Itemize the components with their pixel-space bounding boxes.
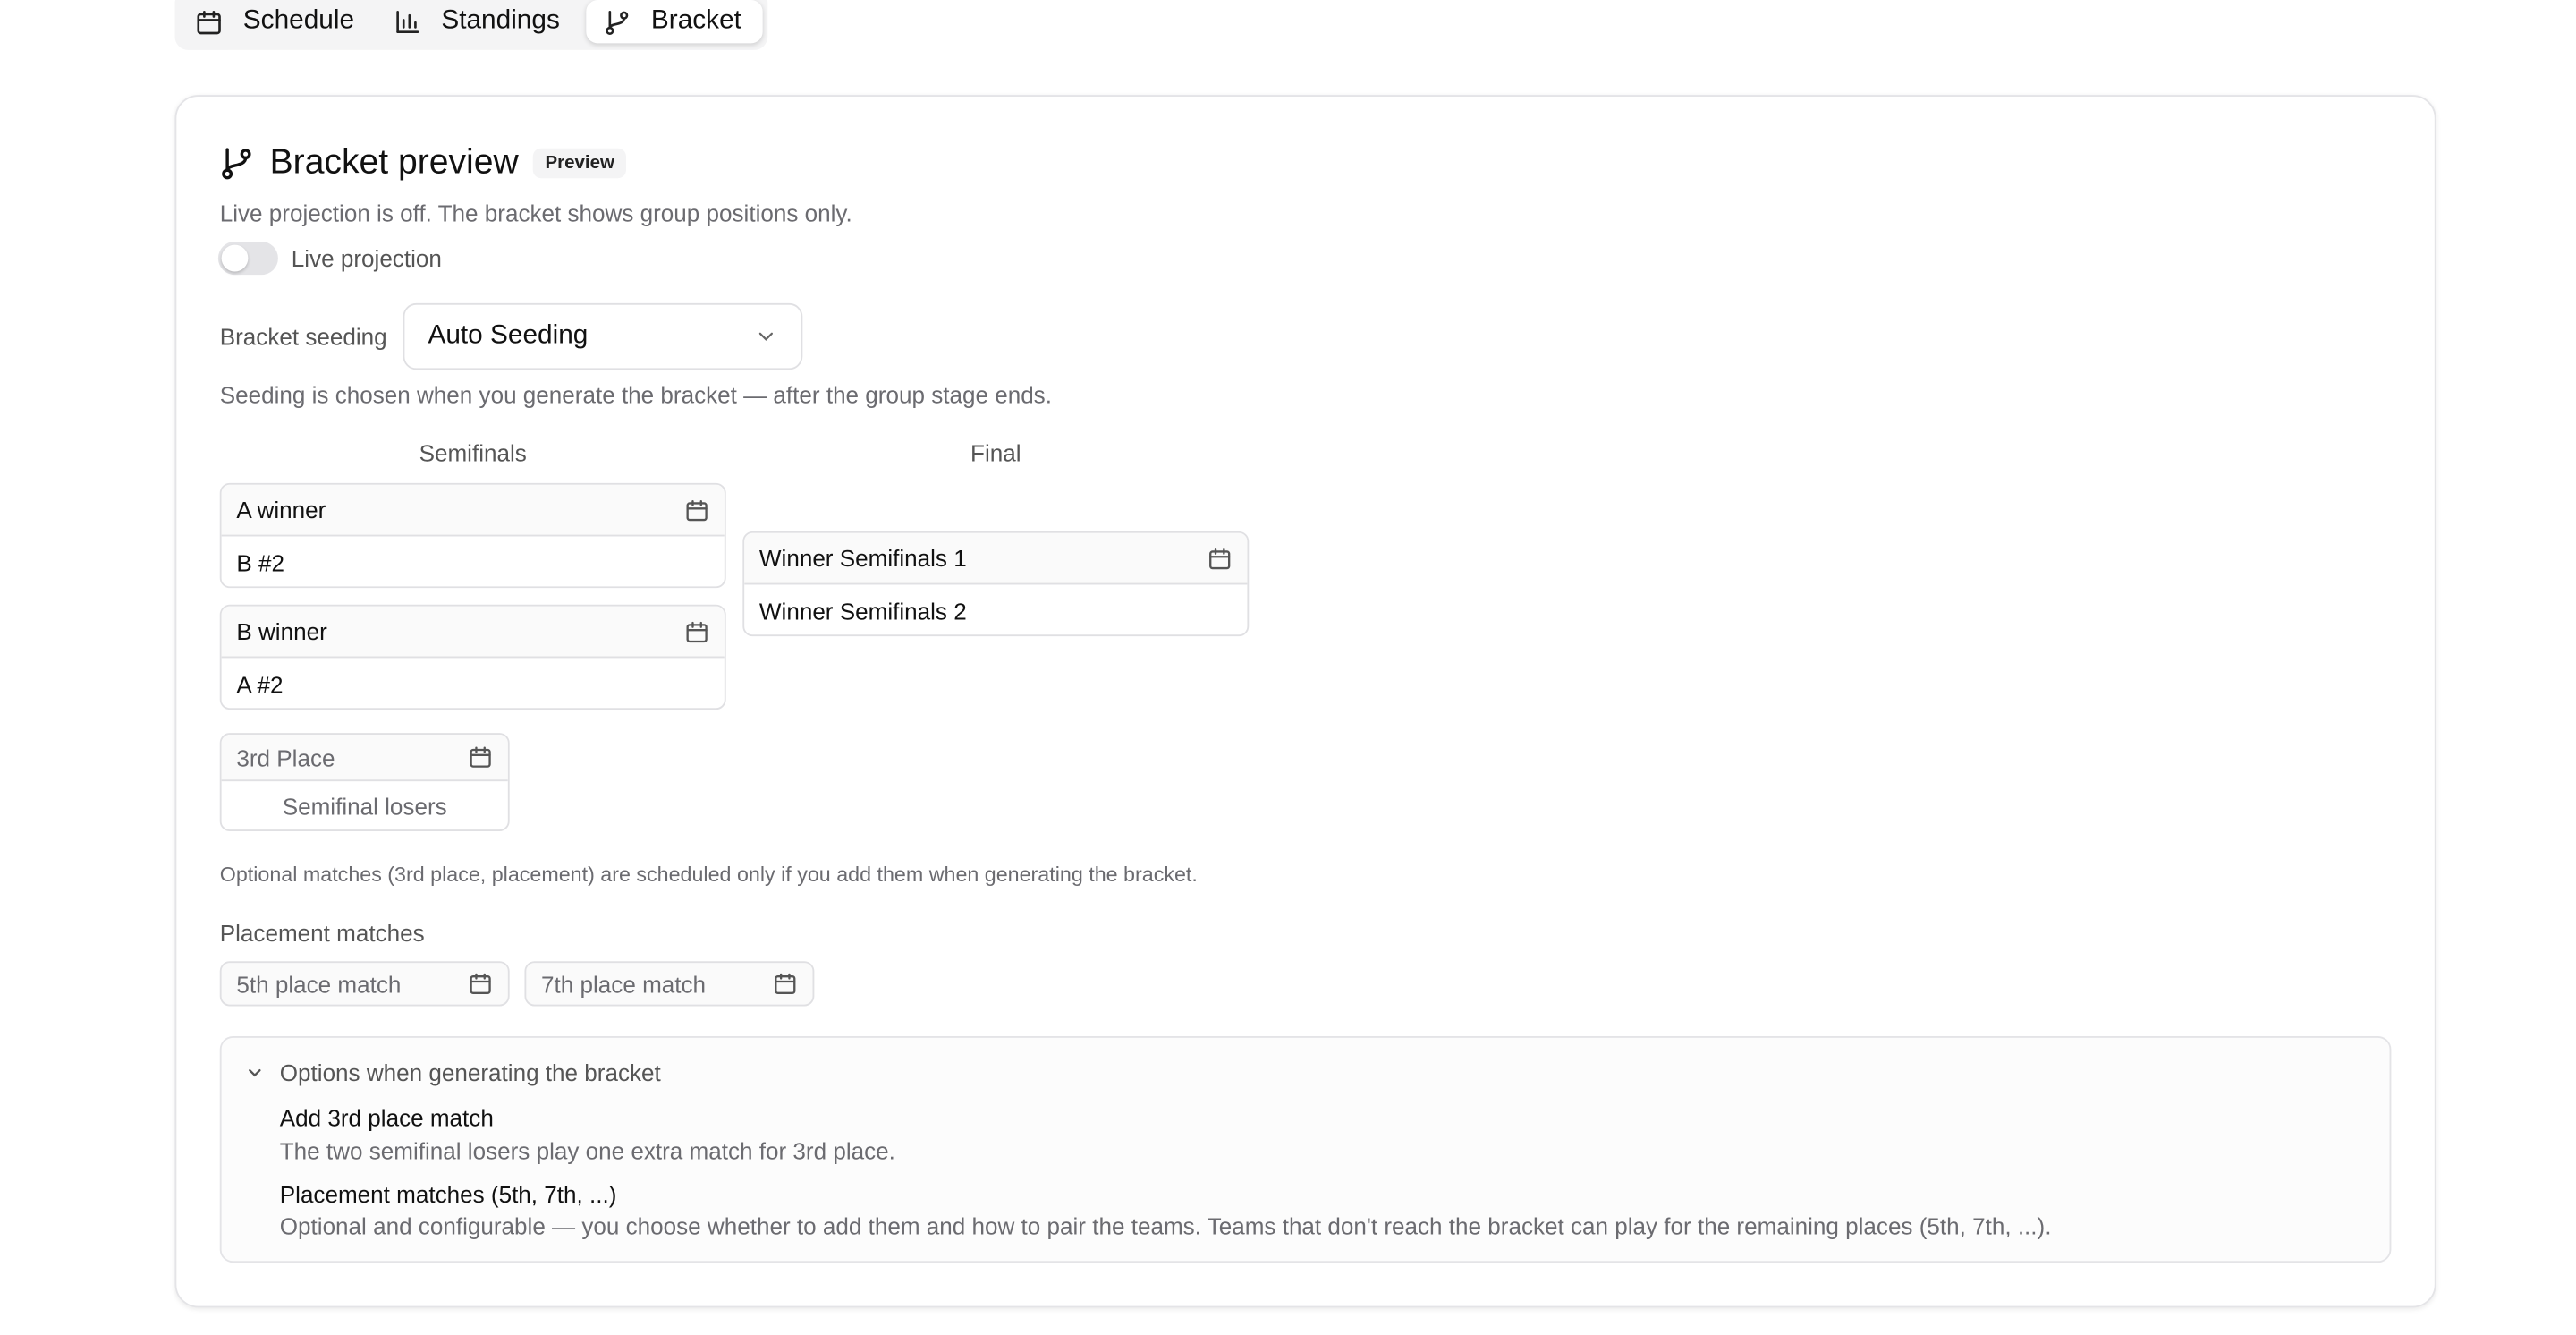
placement-match-5th[interactable]: 5th place match (219, 961, 510, 1007)
card-header: Bracket preview Preview (218, 143, 626, 183)
match-team-row: Semifinal losers (222, 781, 508, 829)
third-place-subtitle: Semifinal losers (282, 793, 447, 820)
calendar-icon[interactable] (468, 744, 493, 770)
calendar-icon[interactable] (1208, 546, 1233, 571)
preview-badge: Preview (533, 148, 626, 179)
team-name: Winner Semifinals 2 (758, 597, 967, 625)
third-place-title: 3rd Place (236, 744, 335, 771)
team-name: B winner (236, 617, 327, 645)
git-branch-icon (606, 10, 629, 35)
seeding-value: Auto Seeding (428, 321, 589, 350)
semifinal-match-2[interactable]: B winner A #2 (219, 604, 726, 710)
option-description: The two semifinal losers play one extra … (279, 1137, 895, 1165)
team-name: Winner Semifinals 1 (758, 544, 967, 572)
tab-schedule[interactable]: Schedule (195, 0, 354, 43)
option-title: Add 3rd place match (279, 1104, 494, 1132)
semifinals-heading: Semifinals (419, 439, 527, 467)
tab-bracket[interactable]: Bracket (586, 0, 763, 44)
match-team-row: A #2 (222, 658, 724, 708)
match-team-row: B winner (221, 606, 724, 659)
option-description: Optional and configurable — you choose w… (279, 1212, 2052, 1240)
tab-label: Bracket (650, 6, 741, 36)
live-projection-toggle[interactable] (217, 241, 278, 276)
git-branch-icon (222, 148, 251, 180)
page: Schedule Standings Bracket Bracket previ… (0, 0, 2576, 1326)
final-heading: Final (970, 439, 1021, 467)
options-heading: Options when generating the bracket (279, 1059, 661, 1086)
calendar-icon[interactable] (684, 619, 709, 644)
final-match[interactable]: Winner Semifinals 1 Winner Semifinals 2 (742, 531, 1250, 637)
team-name: A #2 (236, 670, 284, 698)
match-team-row: A winner (221, 484, 724, 537)
calendar-icon[interactable] (468, 971, 493, 996)
option-title: Placement matches (5th, 7th, ...) (279, 1180, 617, 1208)
projection-description: Live projection is off. The bracket show… (219, 200, 852, 227)
semifinal-match-1[interactable]: A winner B #2 (219, 482, 726, 589)
view-tabs: Schedule Standings Bracket (174, 0, 768, 50)
chevron-down-icon (249, 1068, 261, 1077)
team-name: B #2 (236, 548, 285, 576)
match-team-row: Winner Semifinals 1 (744, 532, 1248, 585)
placement-match-7th[interactable]: 7th place match (524, 961, 815, 1007)
placement-label: Placement matches (219, 919, 425, 947)
chevron-down-icon (758, 332, 773, 341)
match-team-row: B #2 (222, 536, 724, 586)
third-place-match[interactable]: 3rd Place Semifinal losers (219, 733, 510, 831)
tab-label: Schedule (242, 6, 355, 36)
bar-chart-icon (396, 10, 419, 33)
tab-label: Standings (441, 6, 560, 36)
match-team-row: 3rd Place (221, 735, 508, 782)
toggle-label: Live projection (291, 244, 442, 272)
placement-match-label: 7th place match (541, 970, 707, 998)
seeding-select[interactable]: Auto Seeding (402, 302, 803, 370)
match-team-row: Winner Semifinals 2 (744, 584, 1247, 634)
seeding-label: Bracket seeding (219, 323, 387, 350)
live-projection-row: Live projection (217, 241, 442, 276)
tab-standings[interactable]: Standings (393, 0, 560, 43)
optional-matches-note: Optional matches (3rd place, placement) … (219, 863, 1198, 887)
seeding-note: Seeding is chosen when you generate the … (219, 381, 1052, 409)
calendar-icon[interactable] (684, 497, 709, 523)
calendar-icon (197, 10, 221, 34)
page-title: Bracket preview (269, 143, 519, 182)
calendar-icon[interactable] (773, 971, 798, 996)
options-toggle[interactable]: Options when generating the bracket (245, 1059, 661, 1086)
placement-match-label: 5th place match (236, 970, 402, 998)
team-name: A winner (236, 496, 326, 523)
